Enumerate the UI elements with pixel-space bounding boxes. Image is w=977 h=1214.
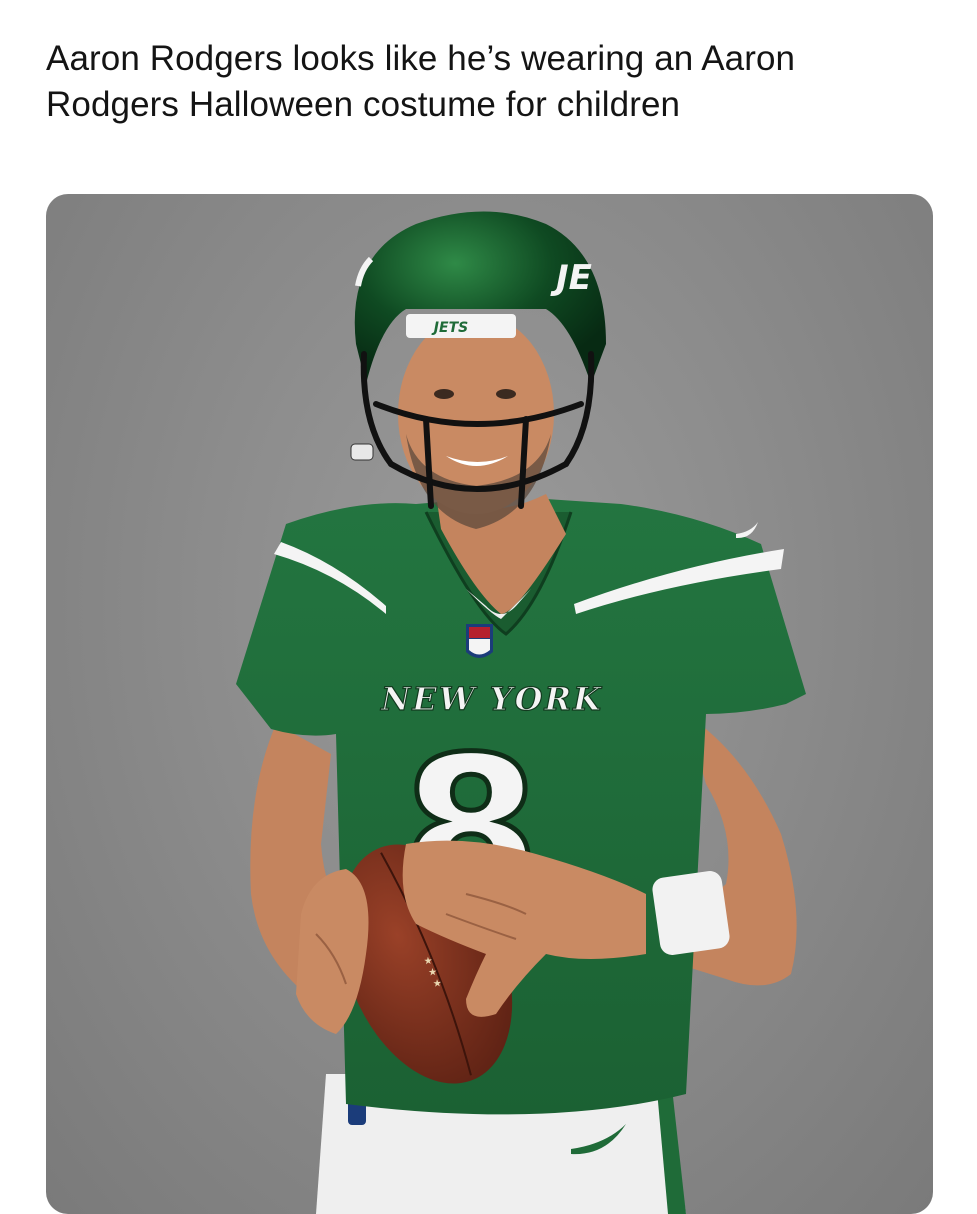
right-sleeve-swoosh-icon	[736, 522, 758, 539]
post-caption: Aaron Rodgers looks like he’s wearing an…	[46, 36, 946, 128]
player-illustration: NEW YORK 8 ★ ★ ★ JE JETS	[236, 211, 806, 1214]
chinstrap-clip	[350, 443, 374, 461]
helmet-bumper-text: JETS	[431, 320, 468, 336]
jersey-text: NEW YORK	[380, 680, 603, 718]
nfl-shield-icon	[466, 624, 493, 658]
caption-line-2: Rodgers Halloween costume for children	[46, 85, 681, 124]
right-eye	[496, 389, 516, 399]
wristband	[652, 871, 730, 955]
caption-line-1: Aaron Rodgers looks like he’s wearing an…	[46, 39, 796, 78]
player-photo[interactable]: NEW YORK 8 ★ ★ ★ JE JETS	[46, 194, 933, 1214]
left-eye	[434, 389, 454, 399]
helmet-logo-text: JE	[550, 258, 592, 298]
